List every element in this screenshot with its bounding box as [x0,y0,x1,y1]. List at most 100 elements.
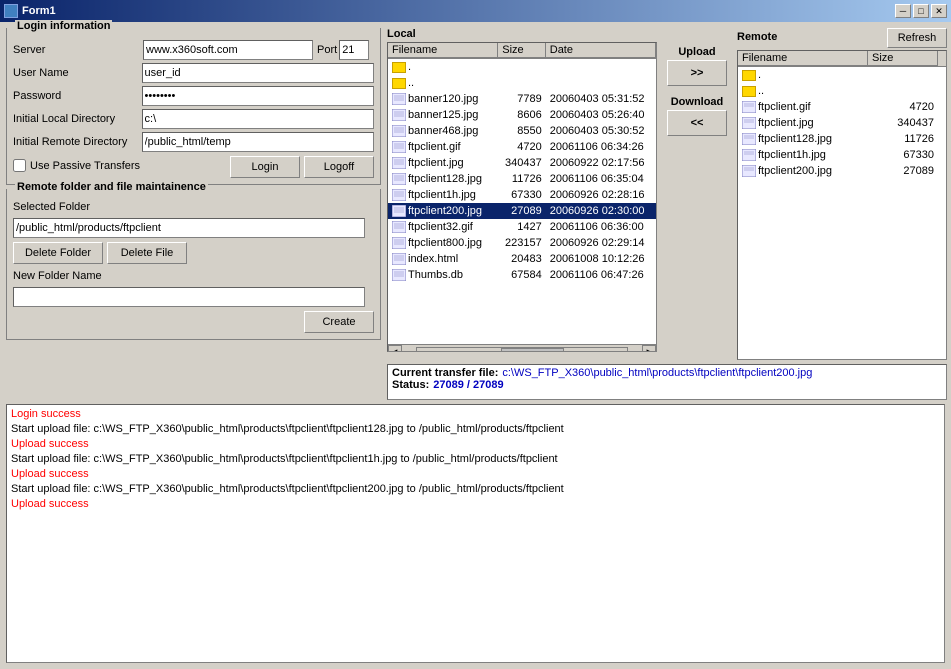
passive-row: Use Passive Transfers [13,159,140,172]
close-button[interactable]: ✕ [931,4,947,18]
port-label: Port [317,44,337,56]
remote-file-row[interactable]: ftpclient128.jpg 11726 [738,131,946,147]
folder-icon [742,86,756,97]
username-input[interactable] [142,63,374,83]
hscroll-right[interactable]: ► [642,345,656,353]
server-row: Server Port [13,40,374,60]
maximize-button[interactable]: □ [913,4,929,18]
file-icon [392,189,406,201]
folder-group: Remote folder and file maintainence Sele… [6,189,381,340]
file-icon [392,141,406,153]
local-file-row[interactable]: index.html 20483 20061008 10:12:26 [388,251,656,267]
remote-file-row[interactable]: ftpclient.jpg 340437 [738,115,946,131]
remote-col-filename[interactable]: Filename [738,51,868,66]
remote-filename: . [738,69,868,81]
login-button[interactable]: Login [230,156,300,178]
file-icon [742,133,756,145]
local-file-row[interactable]: banner120.jpg 7789 20060403 05:31:52 [388,91,656,107]
local-filedate: 20061106 06:36:00 [546,221,656,233]
local-filesize: 8550 [498,125,545,137]
local-col-date[interactable]: Date [546,43,656,58]
local-file-row[interactable]: ftpclient.jpg 340437 20060922 02:17:56 [388,155,656,171]
download-button[interactable]: << [667,110,727,136]
log-line: Upload success [11,467,940,482]
log-line: Start upload file: c:\WS_FTP_X360\public… [11,482,940,497]
local-hscroll[interactable]: ◄ ► [388,344,656,352]
local-filename: ftpclient32.gif [388,221,498,233]
local-filedate: 20060403 05:30:52 [546,125,656,137]
local-file-row[interactable]: ftpclient800.jpg 223157 20060926 02:29:1… [388,235,656,251]
remote-filesize: 67330 [868,149,938,161]
local-file-row[interactable]: . [388,59,656,75]
logoff-button[interactable]: Logoff [304,156,374,178]
remote-panel: Remote Refresh Filename Size . .. ftpcli… [737,28,947,360]
local-file-row[interactable]: ftpclient200.jpg 27089 20060926 02:30:00 [388,203,656,219]
local-filedate: 20061106 06:35:04 [546,173,656,185]
remote-file-list[interactable]: Filename Size . .. ftpclient.gif 4720 ft… [737,50,947,360]
local-file-list[interactable]: Filename Size Date . .. banner120.jpg 77… [387,42,657,352]
local-filedate: 20060926 02:30:00 [546,205,656,217]
file-icon [392,157,406,169]
remote-file-rows[interactable]: . .. ftpclient.gif 4720 ftpclient.jpg 34… [738,67,946,352]
create-button[interactable]: Create [304,311,374,333]
delete-folder-button[interactable]: Delete Folder [13,242,103,264]
refresh-button[interactable]: Refresh [887,28,947,48]
local-filesize: 20483 [498,253,545,265]
remote-filesize: 340437 [868,117,938,129]
local-panel: Local Filename Size Date . .. banner120.… [387,28,657,352]
password-row: Password [13,86,374,106]
hscroll-left[interactable]: ◄ [388,345,402,353]
local-filesize: 1427 [498,221,545,233]
remote-file-row[interactable]: ftpclient.gif 4720 [738,99,946,115]
local-file-row[interactable]: banner468.jpg 8550 20060403 05:30:52 [388,123,656,139]
server-input[interactable] [143,40,313,60]
hscroll-track[interactable] [416,347,628,353]
local-file-row[interactable]: Thumbs.db 67584 20061106 06:47:26 [388,267,656,283]
local-file-row[interactable]: banner125.jpg 8606 20060403 05:26:40 [388,107,656,123]
local-file-row[interactable]: ftpclient32.gif 1427 20061106 06:36:00 [388,219,656,235]
remote-filename: ftpclient128.jpg [738,133,868,145]
local-filename: ftpclient128.jpg [388,173,498,185]
local-dir-input[interactable] [142,109,374,129]
remote-file-row[interactable]: ftpclient1h.jpg 67330 [738,147,946,163]
minimize-button[interactable]: ─ [895,4,911,18]
remote-file-row[interactable]: ftpclient200.jpg 27089 [738,163,946,179]
local-col-filename[interactable]: Filename [388,43,498,58]
file-icon [392,221,406,233]
selected-folder-input[interactable] [13,218,365,238]
local-filename: ftpclient1h.jpg [388,189,498,201]
upload-button[interactable]: >> [667,60,727,86]
remote-col-size[interactable]: Size [868,51,938,66]
remote-dir-input[interactable] [142,132,374,152]
transfer-section: Upload >> Download << [657,28,737,136]
local-filedate: 20060403 05:31:52 [546,93,656,105]
folder-icon [392,78,406,89]
server-label: Server [13,44,143,56]
local-filedate: 20060403 05:26:40 [546,109,656,121]
passive-label: Use Passive Transfers [30,160,140,172]
delete-file-button[interactable]: Delete File [107,242,187,264]
passive-checkbox[interactable] [13,159,26,172]
local-file-row[interactable]: ftpclient128.jpg 11726 20061106 06:35:04 [388,171,656,187]
status-value: 27089 / 27089 [433,379,503,391]
remote-filename: .. [738,85,868,97]
port-input[interactable] [339,40,369,60]
remote-file-row[interactable]: . [738,67,946,83]
local-filename: ftpclient.jpg [388,157,498,169]
local-col-size[interactable]: Size [498,43,546,58]
password-input[interactable] [142,86,374,106]
new-folder-input[interactable] [13,287,365,307]
app-icon [4,4,18,18]
local-filename: banner125.jpg [388,109,498,121]
local-file-row[interactable]: ftpclient1h.jpg 67330 20060926 02:28:16 [388,187,656,203]
local-filedate: 20060926 02:29:14 [546,237,656,249]
local-file-row[interactable]: .. [388,75,656,91]
remote-file-row[interactable]: .. [738,83,946,99]
remote-dir-row: Initial Remote Directory [13,132,374,152]
local-file-row[interactable]: ftpclient.gif 4720 20061106 06:34:26 [388,139,656,155]
local-file-rows[interactable]: . .. banner120.jpg 7789 20060403 05:31:5… [388,59,656,344]
status-row: Status: 27089 / 27089 [392,379,942,391]
log-area: Login successStart upload file: c:\WS_FT… [6,404,945,663]
selected-folder-label: Selected Folder [13,201,143,213]
local-filesize: 11726 [498,173,545,185]
